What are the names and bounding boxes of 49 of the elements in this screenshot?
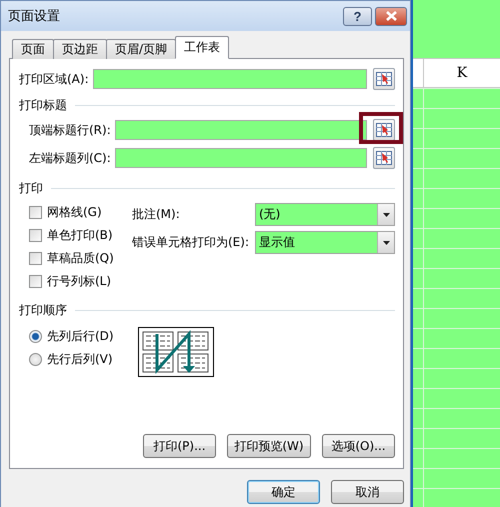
checkbox-label: 草稿品质(Q) (47, 250, 114, 266)
dropdown-label: 错误单元格打印为(E): (132, 234, 250, 251)
help-button[interactable]: ? (343, 6, 372, 26)
field-label: 顶端标题行(R): (29, 122, 111, 138)
input-field[interactable] (114, 120, 367, 140)
radio-label: 先行后列(V) (47, 350, 113, 368)
checkbox[interactable] (29, 274, 42, 288)
checkbox[interactable] (29, 206, 42, 218)
close-button[interactable] (375, 6, 407, 26)
tab[interactable]: 页眉/页脚 (106, 39, 176, 59)
close-icon (386, 11, 396, 21)
dropdown[interactable]: 显示值 (255, 231, 395, 254)
tab[interactable]: 页边距 (53, 39, 107, 59)
range-select-button[interactable] (373, 68, 395, 90)
checkbox[interactable] (29, 252, 42, 264)
dropdown-label: 批注(M): (132, 206, 181, 223)
sheet-select-icon (376, 72, 392, 86)
field-label: 左端标题列(C): (29, 150, 111, 166)
caret-icon (382, 212, 390, 216)
dropdown[interactable]: (无) (255, 203, 395, 226)
radio-button[interactable] (29, 352, 42, 366)
dropdown-arrow-button[interactable] (377, 232, 394, 253)
tab[interactable]: 页面 (12, 39, 54, 59)
window-title: 页面设置 (8, 8, 61, 25)
section-heading: 打印顺序 (19, 302, 67, 319)
panel-button[interactable]: 打印预览(W) (227, 434, 311, 458)
checkbox[interactable] (29, 228, 42, 242)
checkbox-label: 网格线(G) (47, 204, 102, 220)
sheet-select-icon (376, 123, 392, 137)
panel-button[interactable]: 选项(O)... (322, 434, 395, 458)
dialog-button[interactable]: 确定 (247, 480, 320, 504)
radio-button[interactable] (29, 330, 42, 342)
dialog-button[interactable]: 取消 (331, 480, 404, 504)
section-heading: 打印 (19, 180, 43, 197)
input-field[interactable] (92, 69, 367, 89)
range-select-button[interactable] (373, 119, 395, 141)
caret-icon (382, 240, 390, 244)
radio-label: 先列后行(D) (47, 328, 114, 344)
checkbox-label: 单色打印(B) (47, 226, 113, 244)
sheet-select-icon (376, 151, 392, 165)
checkbox-label: 行号列标(L) (47, 272, 112, 290)
panel-button[interactable]: 打印(P)... (143, 434, 216, 458)
input-field[interactable] (114, 148, 367, 168)
tab[interactable]: 工作表 (175, 36, 230, 59)
column-header: K (456, 64, 468, 83)
dropdown-arrow-button[interactable] (377, 204, 394, 225)
range-select-button[interactable] (373, 147, 395, 169)
section-heading: 打印标题 (19, 97, 67, 114)
field-label: 打印区域(A): (19, 70, 89, 88)
